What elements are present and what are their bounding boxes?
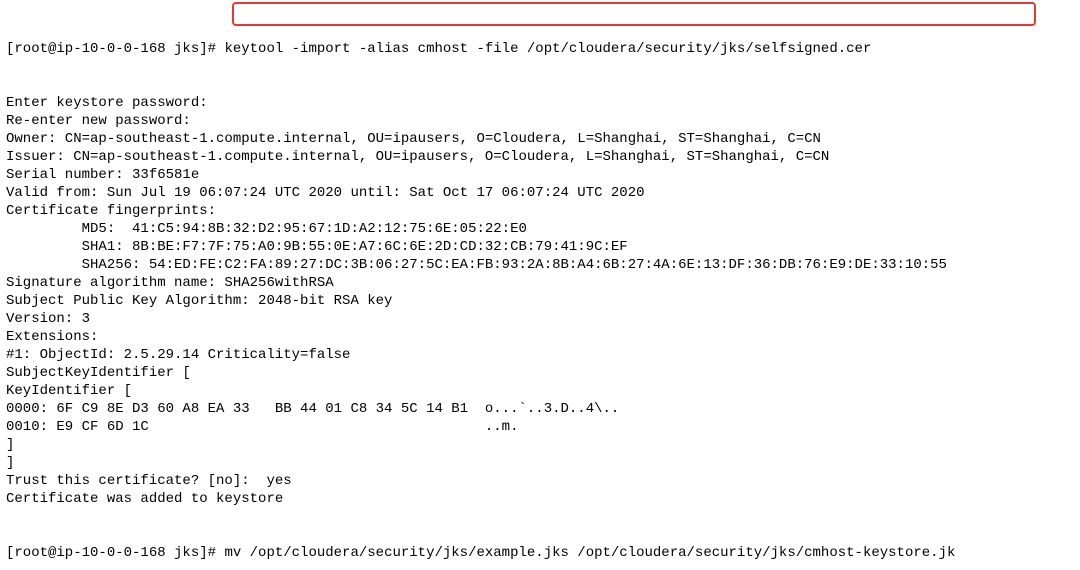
output-line: Version: 3 bbox=[6, 310, 1074, 328]
output-line: Serial number: 33f6581e bbox=[6, 166, 1074, 184]
output-line: Owner: CN=ap-southeast-1.compute.interna… bbox=[6, 130, 1074, 148]
output-line: SHA256: 54:ED:FE:C2:FA:89:27:DC:3B:06:27… bbox=[6, 256, 1074, 274]
output-line: SubjectKeyIdentifier [ bbox=[6, 364, 1074, 382]
output-line: Trust this certificate? [no]: yes bbox=[6, 472, 1074, 490]
output-line: Certificate was added to keystore bbox=[6, 490, 1074, 508]
output-line: Certificate fingerprints: bbox=[6, 202, 1074, 220]
output-line: Enter keystore password: bbox=[6, 94, 1074, 112]
output-line: SHA1: 8B:BE:F7:7F:75:A0:9B:55:0E:A7:6C:6… bbox=[6, 238, 1074, 256]
command-highlight-box bbox=[232, 2, 1036, 26]
shell-prompt: [root@ip-10-0-0-168 jks]# bbox=[6, 41, 224, 57]
output-line: MD5: 41:C5:94:8B:32:D2:95:67:1D:A2:12:75… bbox=[6, 220, 1074, 238]
prompt-line-1: [root@ip-10-0-0-168 jks]# keytool -impor… bbox=[6, 40, 1074, 58]
prompt-line-2: [root@ip-10-0-0-168 jks]# mv /opt/cloude… bbox=[6, 544, 1074, 562]
output-line: ] bbox=[6, 454, 1074, 472]
output-line: ] bbox=[6, 436, 1074, 454]
output-line: 0000: 6F C9 8E D3 60 A8 EA 33 BB 44 01 C… bbox=[6, 400, 1074, 418]
output-line: KeyIdentifier [ bbox=[6, 382, 1074, 400]
keytool-command: keytool -import -alias cmhost -file /opt… bbox=[224, 41, 871, 57]
output-line: Extensions: bbox=[6, 328, 1074, 346]
output-line: Issuer: CN=ap-southeast-1.compute.intern… bbox=[6, 148, 1074, 166]
output-line: Re-enter new password: bbox=[6, 112, 1074, 130]
output-line: Signature algorithm name: SHA256withRSA bbox=[6, 274, 1074, 292]
output-line: #1: ObjectId: 2.5.29.14 Criticality=fals… bbox=[6, 346, 1074, 364]
output-line: Subject Public Key Algorithm: 2048-bit R… bbox=[6, 292, 1074, 310]
shell-prompt: [root@ip-10-0-0-168 jks]# bbox=[6, 545, 224, 561]
output-line: Valid from: Sun Jul 19 06:07:24 UTC 2020… bbox=[6, 184, 1074, 202]
mv-command: mv /opt/cloudera/security/jks/example.jk… bbox=[224, 545, 955, 561]
output-line: 0010: E9 CF 6D 1C ..m. bbox=[6, 418, 1074, 436]
terminal-output[interactable]: [root@ip-10-0-0-168 jks]# keytool -impor… bbox=[0, 0, 1080, 570]
